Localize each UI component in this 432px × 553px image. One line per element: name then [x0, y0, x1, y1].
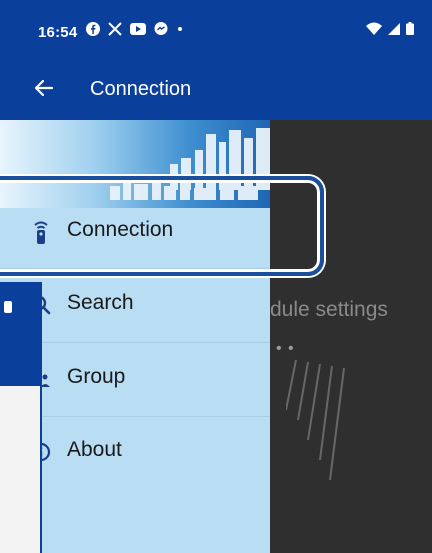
- background-hatch-graphic: [286, 359, 345, 481]
- x-icon: [108, 22, 122, 36]
- drawer-item-label: Search: [67, 291, 134, 314]
- status-notification-icons: [86, 22, 184, 36]
- remote-control-icon: [4, 301, 12, 313]
- arrow-left-icon[interactable]: [32, 76, 56, 100]
- youtube-icon: [130, 23, 146, 35]
- wifi-icon: [366, 22, 382, 35]
- signal-icon: [388, 22, 400, 35]
- battery-icon: [406, 22, 414, 35]
- status-time: 16:54: [38, 24, 78, 41]
- dot-icon: [178, 27, 182, 31]
- overlay-card-partial: [0, 282, 42, 553]
- app-bar: Connection: [0, 58, 432, 120]
- page-title: Connection: [90, 78, 192, 100]
- messenger-icon: [154, 22, 168, 35]
- overlay-card-header: [0, 282, 40, 386]
- status-system-icons: [366, 22, 414, 35]
- status-bar: 16:54: [0, 0, 432, 58]
- drawer-item-label: About: [67, 438, 122, 461]
- background-section-label: dule settings: [270, 298, 388, 321]
- selection-highlight: [0, 176, 324, 276]
- drawer-item-label: Group: [67, 365, 126, 388]
- facebook-icon: [86, 22, 100, 36]
